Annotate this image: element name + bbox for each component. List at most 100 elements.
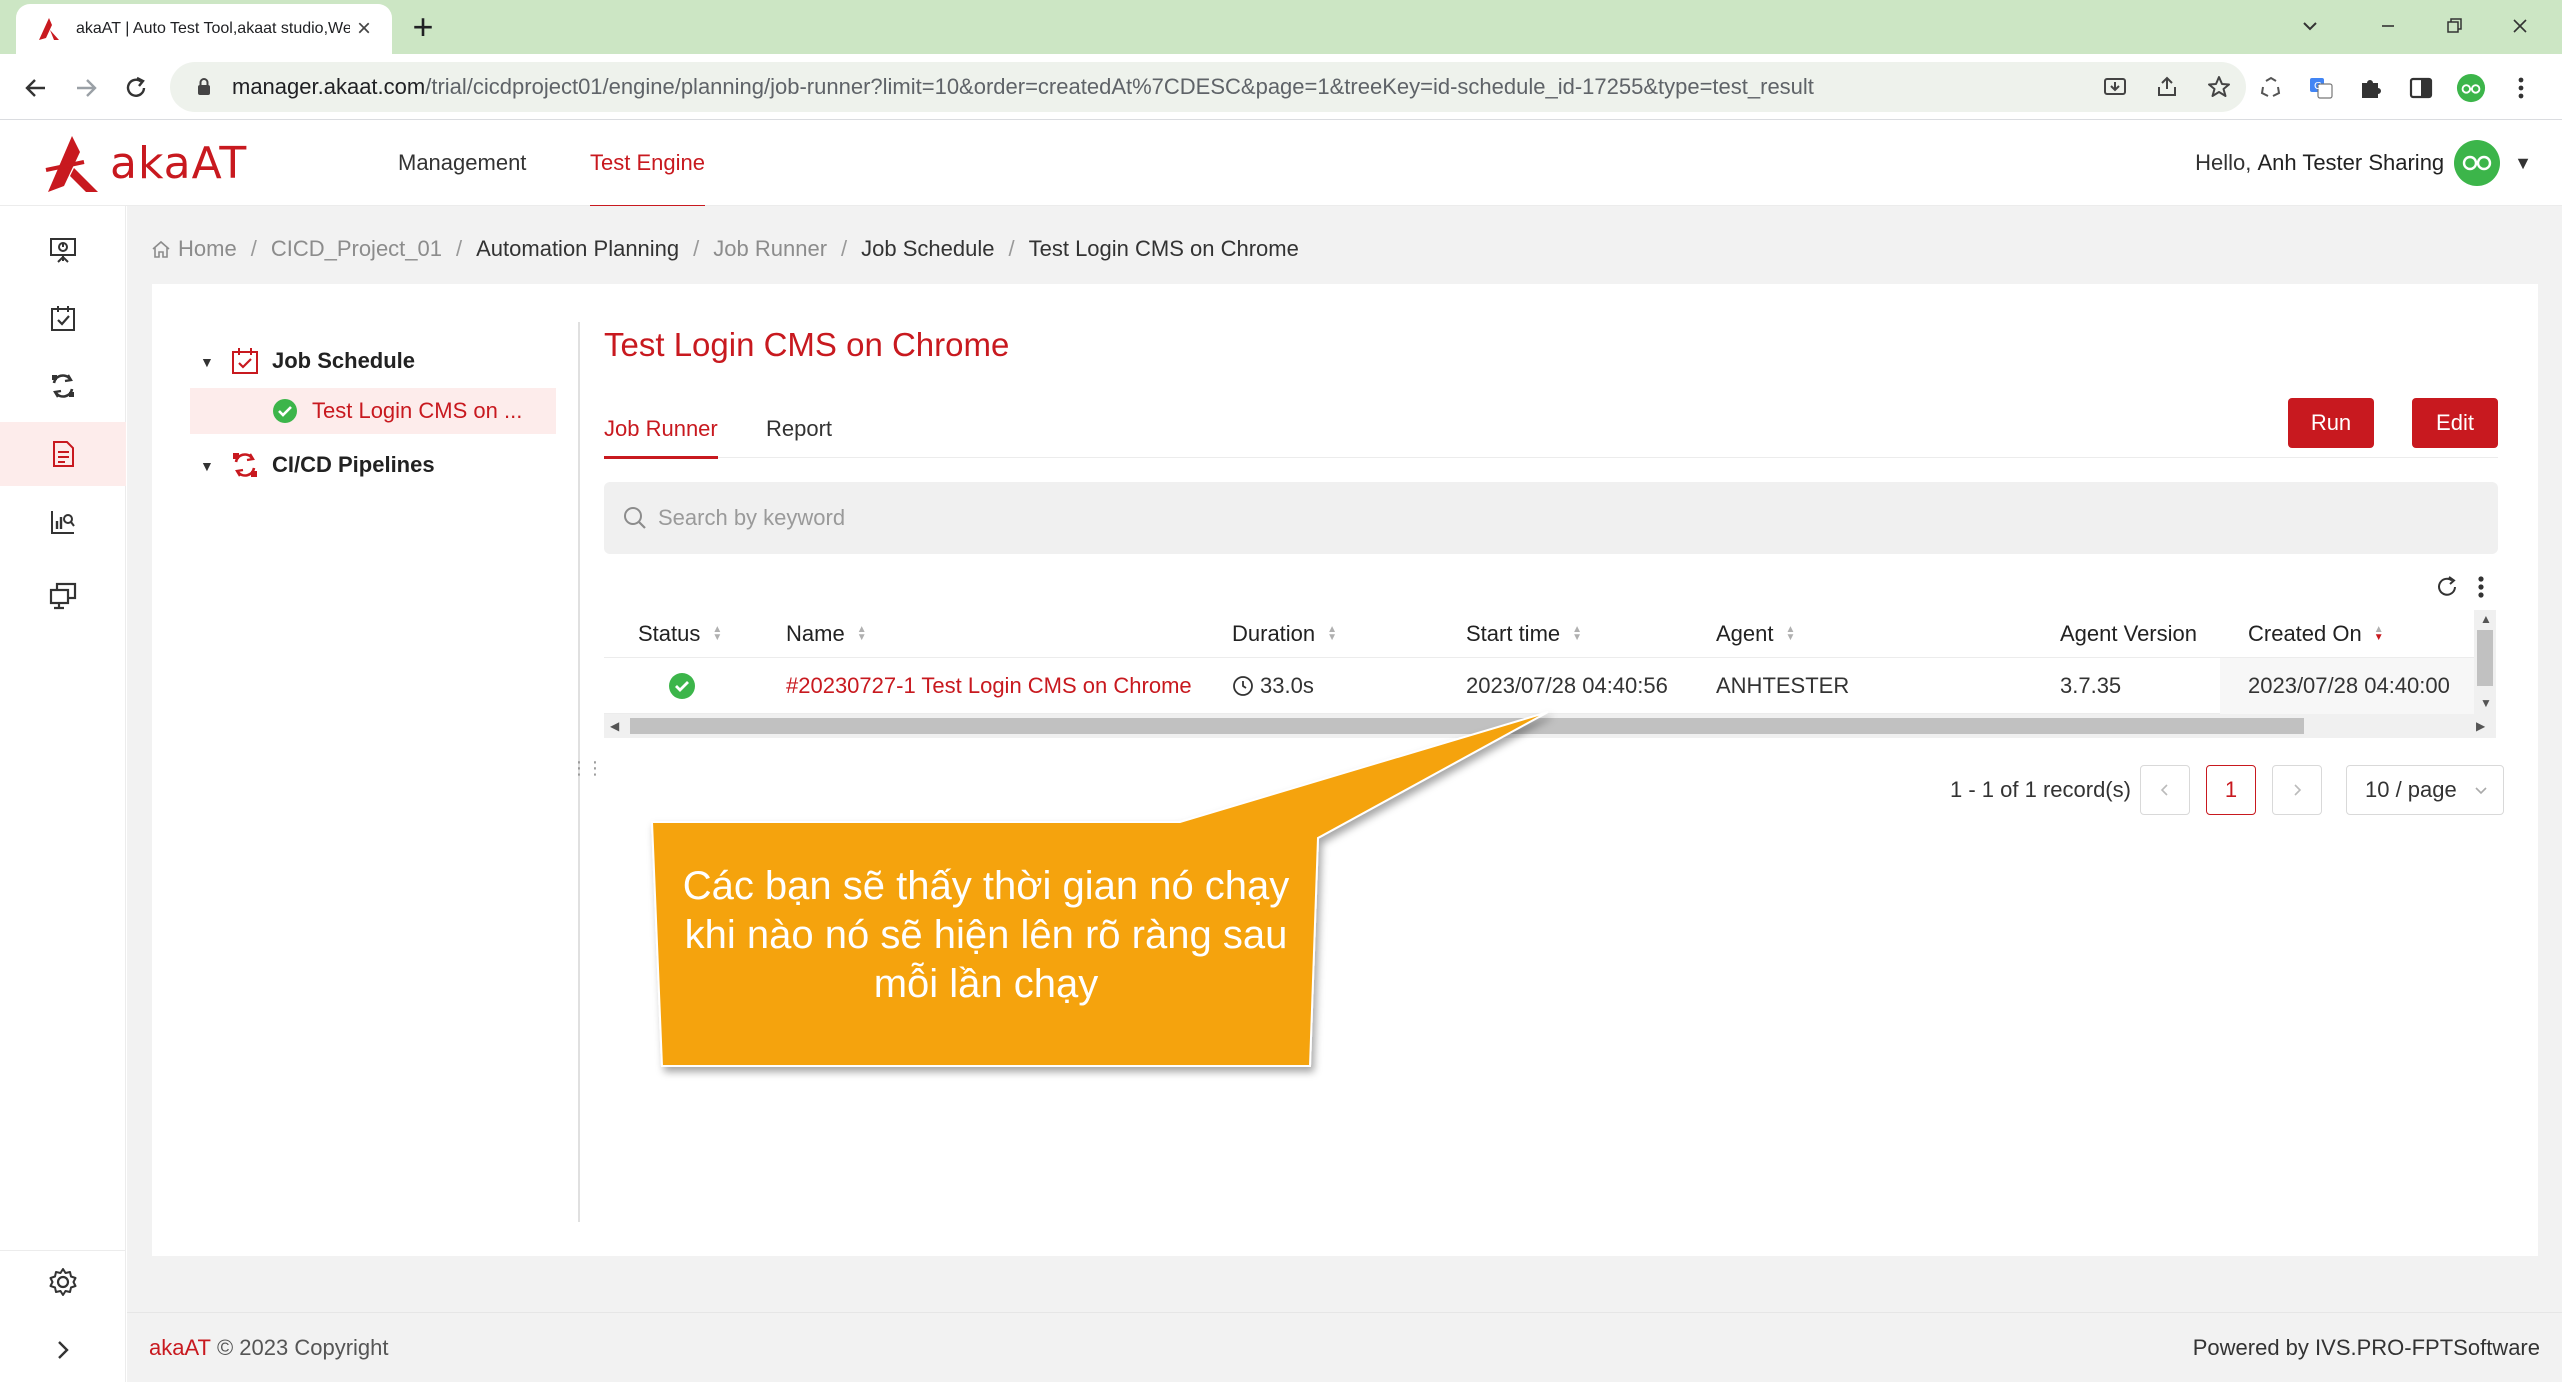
tab-search-chevron-icon[interactable] — [2280, 6, 2340, 46]
new-tab-button[interactable]: + — [406, 9, 440, 45]
duration-cell: 33.0s — [1232, 658, 1314, 714]
table-row: #20230727-1 Test Login CMS on Chrome 33.… — [604, 658, 2476, 714]
translate-extension-icon[interactable]: G — [2306, 73, 2336, 103]
table-vertical-scrollbar[interactable]: ▲ ▼ — [2474, 610, 2496, 714]
column-created-on[interactable]: Created On ▲ ▼ — [2248, 610, 2384, 658]
sidebar-test-plan[interactable] — [0, 286, 126, 350]
drag-handle-icon[interactable]: ⋮⋮ — [570, 758, 604, 780]
profile-avatar-icon[interactable] — [2456, 73, 2486, 103]
scroll-up-icon[interactable]: ▲ — [2480, 612, 2492, 626]
next-page-button[interactable] — [2272, 765, 2322, 815]
tree-collapse-caret-icon[interactable]: ▼ — [200, 458, 214, 474]
nav-management[interactable]: Management — [398, 120, 526, 206]
breadcrumb-separator: / — [1008, 236, 1015, 261]
minimize-icon[interactable] — [2358, 6, 2418, 46]
sidebar-dashboard[interactable] — [0, 218, 126, 282]
side-panel-icon[interactable] — [2406, 73, 2436, 103]
sort-icon[interactable]: ▲ ▼ — [1572, 625, 1582, 643]
created-on-cell: 2023/07/28 04:40:00 — [2220, 658, 2476, 714]
column-duration-label: Duration — [1232, 621, 1316, 646]
recycle-extension-icon[interactable] — [2256, 73, 2286, 103]
duration-value: 33.0s — [1260, 673, 1314, 698]
gear-icon — [49, 1268, 77, 1296]
footer-copyright-text: © 2023 Copyright — [216, 1335, 389, 1360]
install-app-icon[interactable] — [2100, 72, 2130, 102]
prev-page-button[interactable] — [2140, 765, 2190, 815]
reload-icon[interactable] — [116, 68, 156, 108]
status-cell — [668, 658, 696, 714]
table-horizontal-scrollbar[interactable]: ◀ ▶ — [604, 714, 2496, 738]
chevron-right-icon — [2294, 784, 2302, 796]
sidebar-job-runner[interactable] — [0, 422, 126, 486]
tree-job-schedule[interactable]: ▼ Job Schedule — [200, 340, 415, 382]
scroll-right-icon[interactable]: ▶ — [2476, 719, 2485, 733]
tree-collapse-caret-icon[interactable]: ▼ — [200, 354, 214, 370]
akaat-logo[interactable]: akaAT — [44, 130, 247, 196]
sort-desc-icon[interactable]: ▲ ▼ — [2374, 625, 2384, 643]
sort-icon[interactable]: ▲ ▼ — [1327, 625, 1337, 643]
greeting-text: Hello, — [2195, 150, 2252, 175]
tree-item-test-login[interactable]: Test Login CMS on ... — [190, 388, 556, 434]
tree-cicd-pipelines[interactable]: ▼ CI/CD Pipelines — [200, 444, 435, 486]
restore-icon[interactable] — [2424, 6, 2484, 46]
lock-icon[interactable] — [192, 77, 216, 97]
sort-icon[interactable]: ▲ ▼ — [1786, 625, 1796, 643]
close-tab-icon[interactable]: × — [350, 15, 378, 43]
column-start-time[interactable]: Start time ▲ ▼ — [1466, 610, 1582, 658]
browser-menu-icon[interactable] — [2506, 73, 2536, 103]
browser-tabbar: akaAT | Auto Test Tool,akaat studio,Web … — [0, 0, 2562, 54]
page-size-select[interactable]: 10 / page — [2346, 765, 2504, 815]
breadcrumb-home[interactable]: Home — [150, 236, 237, 262]
nav-test-engine[interactable]: Test Engine — [590, 120, 705, 208]
column-agent-label: Agent — [1716, 621, 1774, 646]
run-button[interactable]: Run — [2288, 398, 2374, 448]
sidebar-expand[interactable] — [0, 1318, 126, 1382]
column-status[interactable]: Status ▲ ▼ — [638, 610, 722, 658]
agent-version-cell: 3.7.35 — [2060, 673, 2122, 698]
sidebar-pipelines[interactable] — [0, 354, 126, 418]
calendar-check-icon — [51, 306, 75, 331]
left-sidebar — [0, 206, 126, 1382]
breadcrumb-job-schedule[interactable]: Job Schedule — [861, 236, 994, 262]
chevron-down-icon — [2475, 787, 2487, 795]
user-menu[interactable]: Hello, Anh Tester Sharing ▼ — [2195, 120, 2532, 206]
horizontal-scroll-thumb[interactable] — [630, 718, 2304, 734]
scroll-left-icon[interactable]: ◀ — [610, 719, 619, 733]
forward-arrow-icon[interactable] — [66, 68, 106, 108]
sidebar-agents[interactable] — [0, 564, 126, 628]
edit-button[interactable]: Edit — [2412, 398, 2498, 448]
breadcrumb-project[interactable]: CICD_Project_01 — [271, 236, 442, 262]
column-duration[interactable]: Duration ▲ ▼ — [1232, 610, 1337, 658]
sort-icon[interactable]: ▲ ▼ — [712, 625, 722, 643]
table-more-icon[interactable] — [2476, 570, 2486, 604]
search-icon — [620, 503, 650, 533]
sidebar-settings[interactable] — [0, 1250, 126, 1314]
tab-title: akaAT | Auto Test Tool,akaat studio,Web — [76, 20, 350, 37]
close-window-icon[interactable] — [2490, 6, 2550, 46]
address-bar[interactable]: manager.akaat.com/trial/cicdproject01/en… — [170, 62, 2246, 112]
share-icon[interactable] — [2152, 72, 2182, 102]
breadcrumb-current: Test Login CMS on Chrome — [1028, 236, 1299, 261]
extensions-puzzle-icon[interactable] — [2356, 73, 2386, 103]
back-arrow-icon[interactable] — [16, 68, 56, 108]
browser-tab[interactable]: akaAT | Auto Test Tool,akaat studio,Web … — [16, 4, 392, 54]
scroll-down-icon[interactable]: ▼ — [2480, 696, 2492, 710]
browser-toolbar: manager.akaat.com/trial/cicdproject01/en… — [0, 54, 2562, 120]
sort-icon[interactable]: ▲ ▼ — [857, 625, 867, 643]
breadcrumb-automation-planning[interactable]: Automation Planning — [476, 236, 679, 262]
tab-report[interactable]: Report — [766, 400, 832, 458]
page-1-button[interactable]: 1 — [2206, 765, 2256, 815]
page-size-value: 10 / page — [2365, 777, 2457, 802]
column-agent[interactable]: Agent ▲ ▼ — [1716, 610, 1795, 658]
user-dropdown-caret-icon[interactable]: ▼ — [2514, 153, 2532, 174]
breadcrumb-job-runner[interactable]: Job Runner — [713, 236, 827, 262]
refresh-table-icon[interactable] — [2434, 570, 2460, 604]
sidebar-reports[interactable] — [0, 490, 126, 554]
column-name[interactable]: Name ▲ ▼ — [786, 610, 867, 658]
user-avatar[interactable] — [2454, 140, 2501, 186]
tab-job-runner[interactable]: Job Runner — [604, 400, 718, 459]
bookmark-star-icon[interactable] — [2204, 72, 2234, 102]
search-input[interactable] — [658, 505, 2358, 531]
run-name-link[interactable]: #20230727-1 Test Login CMS on Chrome — [786, 658, 1192, 714]
vertical-scroll-thumb[interactable] — [2477, 630, 2493, 686]
